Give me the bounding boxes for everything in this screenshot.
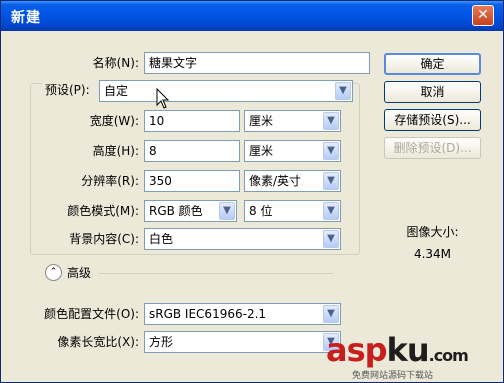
width-label: 宽度(W):	[89, 114, 139, 128]
color-mode-label: 颜色模式(M):	[67, 204, 139, 218]
background-value: 白色	[149, 232, 174, 246]
height-input[interactable]: 8	[144, 140, 240, 162]
chevron-down-icon[interactable]: ▼	[323, 112, 339, 130]
color-profile-value: sRGB IEC61966-2.1	[149, 307, 267, 321]
mouse-pointer-icon	[156, 88, 170, 109]
bit-depth-select[interactable]: 8 位 ▼	[244, 200, 341, 222]
close-icon: ✕	[477, 7, 489, 23]
color-profile-label: 颜色配置文件(O):	[44, 307, 139, 321]
chevron-down-icon[interactable]: ▼	[323, 230, 339, 248]
resolution-unit-value: 像素/英寸	[249, 174, 302, 188]
chevron-down-icon[interactable]: ▼	[323, 172, 339, 190]
chevron-down-icon[interactable]: ▼	[219, 202, 235, 220]
preset-label: 预设(P):	[42, 80, 99, 100]
preset-value: 自定	[104, 84, 129, 98]
watermark-subtitle: 免费网站源码下载站	[352, 371, 434, 381]
height-unit-value: 厘米	[249, 144, 274, 158]
bit-depth-value: 8 位	[249, 204, 273, 218]
resolution-input[interactable]: 350	[144, 170, 240, 192]
image-size-value: 4.34M	[413, 247, 452, 261]
resolution-unit-select[interactable]: 像素/英寸 ▼	[244, 170, 341, 192]
advanced-divider	[99, 273, 333, 274]
resolution-label: 分辨率(R):	[81, 174, 139, 188]
height-unit-select[interactable]: 厘米 ▼	[244, 140, 341, 162]
chevron-down-icon[interactable]: ▼	[335, 82, 351, 100]
width-input[interactable]: 10	[144, 110, 240, 132]
background-select[interactable]: 白色 ▼	[144, 228, 341, 250]
title-bar[interactable]: 新建 ✕	[1, 1, 503, 31]
chevron-down-icon[interactable]: ▼	[323, 305, 339, 323]
chevron-down-icon[interactable]: ▼	[323, 202, 339, 220]
background-label: 背景内容(C):	[69, 232, 139, 246]
new-document-dialog: 新建 ✕ 名称(N): 糖果文字 预设(P): 自定 ▼ 宽度(W): 10 厘…	[0, 0, 504, 383]
pixel-aspect-label: 像素长宽比(X):	[57, 335, 139, 349]
color-mode-select[interactable]: RGB 颜色 ▼	[144, 200, 237, 222]
collapse-chevrons-icon[interactable]: ⌃	[45, 264, 62, 281]
delete-preset-button: 删除预设(D)...	[384, 137, 481, 159]
watermark-logo: aspku.com	[326, 331, 469, 369]
pixel-aspect-select[interactable]: 方形 ▼	[144, 331, 341, 353]
pixel-aspect-value: 方形	[149, 335, 174, 349]
color-mode-value: RGB 颜色	[149, 204, 203, 218]
height-label: 高度(H):	[92, 144, 139, 158]
color-profile-select[interactable]: sRGB IEC61966-2.1 ▼	[144, 303, 341, 325]
name-input[interactable]: 糖果文字	[144, 52, 370, 74]
advanced-label[interactable]: 高级	[67, 263, 97, 283]
preset-select[interactable]: 自定 ▼	[99, 80, 353, 102]
close-button[interactable]: ✕	[472, 5, 494, 26]
dialog-title: 新建	[11, 10, 41, 26]
cancel-button[interactable]: 取消	[384, 81, 481, 103]
save-preset-button[interactable]: 存储预设(S)...	[384, 109, 481, 131]
width-unit-select[interactable]: 厘米 ▼	[244, 110, 341, 132]
width-unit-value: 厘米	[249, 114, 274, 128]
ok-button[interactable]: 确定	[384, 53, 481, 75]
name-label: 名称(N):	[92, 56, 139, 70]
chevron-down-icon[interactable]: ▼	[323, 142, 339, 160]
watermark: aspku.com 免费网站源码下载站	[326, 331, 496, 381]
image-size-label: 图像大小:	[406, 225, 459, 239]
